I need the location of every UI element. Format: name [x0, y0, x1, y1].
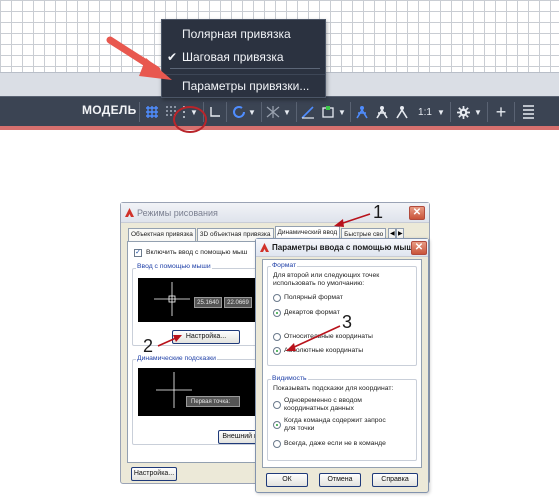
- options-settings-button[interactable]: Настройка...: [131, 467, 177, 481]
- pointer-input-group-label: Ввод с помощью мыши: [136, 263, 212, 270]
- menu-item-label: Полярная привязка: [182, 27, 291, 41]
- absolute-coords-label: Абсолютные координаты: [284, 347, 364, 354]
- visibility-group-label: Видимость: [271, 375, 308, 382]
- object-snap-icon[interactable]: [320, 103, 336, 121]
- model-space-button[interactable]: МОДЕЛЬ: [82, 103, 137, 117]
- isodraft-dropdown-chevron-icon[interactable]: ▼: [282, 103, 292, 121]
- autocad-logo-icon: [125, 208, 134, 217]
- separator: [450, 102, 451, 122]
- pointer-input-settings-panel: Формат Для второй или следующих точек ис…: [262, 259, 422, 468]
- dialog-title: Режимы рисования: [137, 207, 218, 218]
- separator: [261, 102, 262, 122]
- separator: [487, 102, 488, 122]
- customization-icon[interactable]: [519, 103, 537, 121]
- highlight-circle: [173, 106, 207, 133]
- visibility-option-label: Одновременно с вводом: [284, 397, 362, 404]
- visibility-option-label: для точки: [284, 425, 315, 432]
- relative-coords-label: Относительные координаты: [284, 333, 373, 340]
- snap-dropdown-menu: Полярная привязка ✔ Шаговая привязка Пар…: [161, 19, 326, 98]
- enable-pointer-input-label: Включить ввод с помощью мыш: [146, 249, 248, 256]
- workspace-gear-icon[interactable]: [454, 103, 472, 121]
- separator: [139, 102, 140, 122]
- screenshot-stage: МОДЕЛЬ ▼ ▼ ▼ ▼ 1:1 ▼ ▼ + Полярная привяз…: [0, 0, 559, 498]
- dynamic-prompts-preview: Первая точка:: [138, 368, 256, 416]
- help-button[interactable]: Справка: [372, 473, 418, 487]
- visibility-description: Показывать подсказки для координат:: [273, 385, 394, 392]
- cancel-button[interactable]: Отмена: [319, 473, 361, 487]
- close-icon[interactable]: ✕: [411, 241, 427, 255]
- format-group-label: Формат: [271, 262, 298, 269]
- annotation-visibility-icon[interactable]: [354, 103, 370, 121]
- status-bar: МОДЕЛЬ ▼ ▼ ▼ ▼ 1:1 ▼ ▼ +: [0, 96, 559, 130]
- menu-divider: [170, 68, 320, 69]
- pointer-input-settings-dialog: Параметры ввода с помощью мыш ✕ Формат Д…: [255, 238, 429, 493]
- polar-dropdown-chevron-icon[interactable]: ▼: [247, 103, 257, 121]
- tab-object-snap[interactable]: Объектная привязка: [128, 228, 196, 241]
- check-icon: ✔: [166, 50, 178, 64]
- autoscale-icon[interactable]: [374, 103, 390, 121]
- coord-x-box: 25.1640: [194, 297, 222, 308]
- format-description: Для второй или следующих точек: [273, 272, 380, 279]
- pointer-settings-button[interactable]: Настройка...: [172, 330, 240, 344]
- separator: [514, 102, 515, 122]
- object-snap-dropdown-chevron-icon[interactable]: ▼: [337, 103, 347, 121]
- autocad-logo-icon: [260, 243, 269, 252]
- separator: [296, 102, 297, 122]
- close-icon[interactable]: ✕: [409, 206, 425, 220]
- visibility-on-point-request-radio[interactable]: [273, 421, 281, 429]
- visibility-option-label: координатных данных: [284, 405, 354, 412]
- plus-icon[interactable]: +: [492, 102, 510, 122]
- polar-tracking-icon[interactable]: [231, 103, 247, 121]
- annotation-number: 3: [342, 312, 353, 332]
- ok-button[interactable]: ОК: [266, 473, 308, 487]
- visibility-with-input-radio[interactable]: [273, 401, 281, 409]
- scale-label[interactable]: 1:1: [414, 103, 436, 121]
- annotation-scale-icon[interactable]: [394, 103, 410, 121]
- polar-format-radio[interactable]: [273, 294, 281, 302]
- pointer-input-preview: 25.1640 22.0669: [138, 278, 256, 322]
- menu-item-snap-settings[interactable]: Параметры привязки...: [162, 74, 325, 96]
- menu-item-polar-snap[interactable]: Полярная привязка: [162, 23, 325, 45]
- separator: [226, 102, 227, 122]
- menu-item-grid-snap[interactable]: ✔ Шаговая привязка: [162, 46, 325, 68]
- crosshair-icon: [156, 372, 192, 408]
- dialog-title-bar[interactable]: Параметры ввода с помощью мыш ✕: [256, 239, 428, 257]
- workspace-dropdown-chevron-icon[interactable]: ▼: [473, 103, 483, 121]
- enable-pointer-input-checkbox[interactable]: ✓: [134, 249, 142, 257]
- separator: [350, 102, 351, 122]
- object-snap-tracking-icon[interactable]: [300, 103, 316, 121]
- menu-item-label: Шаговая привязка: [182, 50, 284, 64]
- annotation-number: 2: [143, 336, 154, 356]
- relative-coords-radio[interactable]: [273, 333, 281, 341]
- grid-display-icon[interactable]: [144, 103, 160, 121]
- dialog-title: Параметры ввода с помощью мыш: [272, 243, 414, 252]
- first-point-prompt: Первая точка:: [186, 396, 240, 407]
- coord-y-box: 22.0669: [224, 297, 252, 308]
- ortho-mode-icon[interactable]: [207, 103, 223, 121]
- visibility-always-radio[interactable]: [273, 440, 281, 448]
- cartesian-format-label: Декартов формат: [284, 309, 340, 316]
- status-bar-accent: [0, 126, 559, 130]
- visibility-option-label: Всегда, даже если не в команде: [284, 440, 386, 447]
- polar-format-label: Полярный формат: [284, 294, 343, 301]
- visibility-option-label: Когда команда содержит запрос: [284, 417, 386, 424]
- scale-dropdown-chevron-icon[interactable]: ▼: [436, 103, 446, 121]
- menu-item-label: Параметры привязки...: [182, 78, 310, 93]
- annotation-number: 1: [373, 202, 384, 222]
- absolute-coords-radio[interactable]: [273, 347, 281, 355]
- isodraft-icon[interactable]: [264, 103, 282, 121]
- format-description: использовать по умолчанию:: [273, 280, 365, 287]
- cartesian-format-radio[interactable]: [273, 309, 281, 317]
